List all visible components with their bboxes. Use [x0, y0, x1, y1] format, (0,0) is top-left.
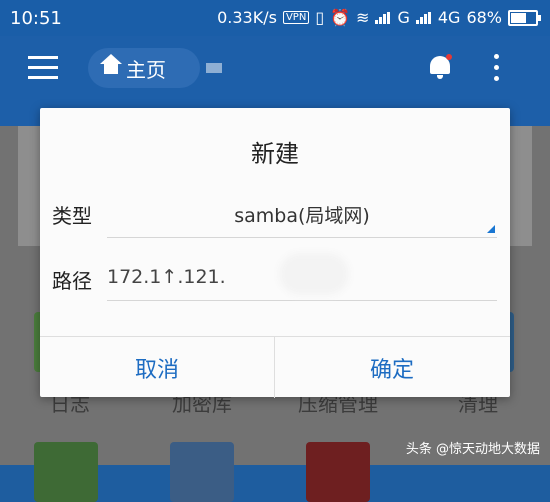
new-connection-dialog: 新建 类型 samba(局域网) 路径 172.1↑.121. 取消 确定	[40, 108, 510, 398]
net-speed: 0.33K/s	[217, 8, 277, 27]
redaction-blur	[285, 259, 343, 289]
type-value: samba(局域网)	[234, 205, 370, 227]
menu-icon[interactable]	[28, 56, 58, 80]
home-label: 主页	[126, 57, 166, 82]
net-type-label-2: 4G	[437, 8, 461, 27]
bg-tile	[34, 442, 98, 502]
vpn-icon: VPN	[282, 11, 310, 24]
home-breadcrumb[interactable]: 主页	[88, 48, 200, 88]
dropdown-arrow-icon	[487, 225, 495, 233]
notification-dot	[446, 54, 452, 60]
cancel-button[interactable]: 取消	[40, 337, 275, 398]
status-bar: 10:51 0.33K/s VPN ▯ ⏰ ≋ G 4G 68%	[0, 0, 550, 36]
signal-icon-2	[415, 11, 432, 24]
dialog-actions: 取消 确定	[40, 336, 510, 398]
path-input[interactable]: 172.1↑.121.	[107, 258, 497, 301]
status-icons: 0.33K/s VPN ▯ ⏰ ≋ G 4G 68%	[217, 8, 541, 27]
type-label: 类型	[52, 204, 92, 228]
battery-icon	[508, 9, 541, 26]
type-select[interactable]: samba(局域网)	[107, 195, 497, 238]
dialog-title: 新建	[251, 140, 299, 168]
confirm-button[interactable]: 确定	[275, 337, 509, 398]
alarm-icon: ⏰	[330, 8, 351, 27]
bg-tile	[306, 442, 370, 502]
bg-tile	[170, 442, 234, 502]
bell-icon[interactable]	[428, 54, 452, 80]
battery-percent: 68%	[466, 8, 502, 27]
watermark: 头条 @惊天动地大数据	[405, 442, 540, 457]
more-options-icon[interactable]	[494, 54, 500, 82]
signal-icon	[375, 11, 391, 24]
vibrate-icon: ▯	[315, 8, 325, 27]
wifi-icon: ≋	[356, 8, 370, 27]
battery-fill	[511, 12, 526, 23]
path-value: 172.1↑.121.	[107, 266, 226, 288]
net-type-label: G	[397, 8, 410, 27]
window-icon[interactable]	[206, 63, 222, 73]
home-icon	[100, 54, 122, 76]
clock: 10:51	[10, 8, 62, 29]
path-label: 路径	[52, 269, 92, 293]
